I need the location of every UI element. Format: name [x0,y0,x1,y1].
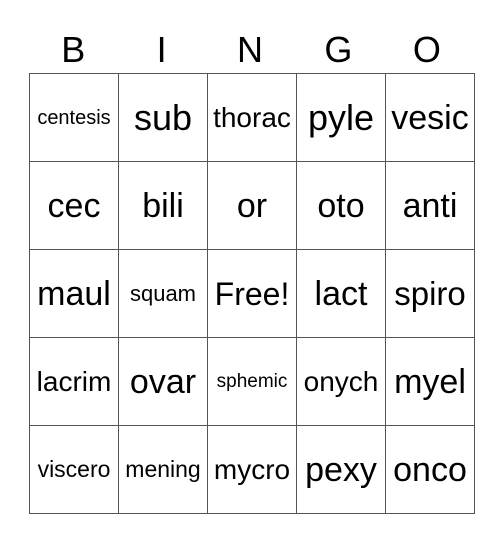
bingo-cell[interactable]: thorac [207,73,297,162]
bingo-cell[interactable]: or [207,161,297,250]
bingo-cell[interactable]: lacrim [29,337,119,426]
bingo-row: cec bili or oto anti [29,161,475,250]
bingo-cell[interactable]: ovar [118,337,208,426]
bingo-cell[interactable]: pexy [296,425,386,514]
bingo-header: B I N G O [29,28,471,72]
bingo-cell[interactable]: maul [29,249,119,338]
bingo-cell[interactable]: squam [118,249,208,338]
bingo-cell[interactable]: onco [385,425,475,514]
bingo-cell[interactable]: vesic [385,73,475,162]
bingo-cell[interactable]: cec [29,161,119,250]
bingo-row: lacrim ovar sphemic onych myel [29,337,475,426]
header-letter-i: I [156,29,167,70]
bingo-cell[interactable]: mening [118,425,208,514]
bingo-cell[interactable]: lact [296,249,386,338]
bingo-row: viscero mening mycro pexy onco [29,425,475,514]
bingo-cell[interactable]: sphemic [207,337,297,426]
bingo-cell[interactable]: onych [296,337,386,426]
bingo-cell[interactable]: bili [118,161,208,250]
header-letter-b: B [61,29,86,70]
header-letter-g: G [324,29,353,70]
bingo-cell[interactable]: oto [296,161,386,250]
header-letter-n: N [237,29,264,70]
bingo-cell[interactable]: spiro [385,249,475,338]
bingo-cell[interactable]: centesis [29,73,119,162]
bingo-row: centesis sub thorac pyle vesic [29,73,475,162]
bingo-row: maul squam Free! lact spiro [29,249,475,338]
bingo-cell[interactable]: mycro [207,425,297,514]
header-letter-o: O [412,29,441,70]
bingo-cell[interactable]: pyle [296,73,386,162]
bingo-cell[interactable]: myel [385,337,475,426]
bingo-cell[interactable]: sub [118,73,208,162]
bingo-card: centesis sub thorac pyle vesic cec bili or oto an… [29,73,475,514]
bingo-cell[interactable]: viscero [29,425,119,514]
bingo-cell[interactable]: anti [385,161,475,250]
free-space-cell[interactable]: Free! [207,249,297,338]
